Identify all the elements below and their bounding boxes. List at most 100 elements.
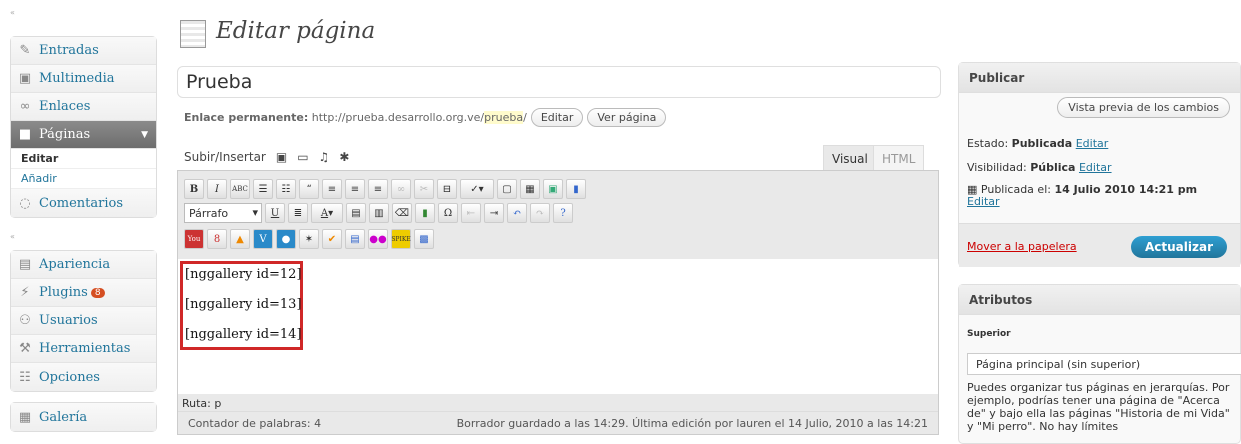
edit-status-link[interactable]: Editar xyxy=(1076,137,1109,150)
menu-group-plugins: ▦ Galería xyxy=(10,402,157,432)
editor-path: Ruta: p xyxy=(182,397,222,410)
add-audio-icon[interactable]: ♫ xyxy=(319,150,330,164)
align-right-icon[interactable]: ≡ xyxy=(368,179,388,199)
veoh-icon[interactable]: ✔ xyxy=(322,229,342,249)
paste-text-icon[interactable]: ▤ xyxy=(346,203,366,223)
vimeo-icon[interactable]: V xyxy=(253,229,273,249)
add-video-icon[interactable]: ▭ xyxy=(297,150,308,164)
tab-visual[interactable]: Visual xyxy=(823,145,877,171)
chart-icon[interactable]: ▮ xyxy=(566,179,586,199)
blockquote-icon[interactable]: “ xyxy=(299,179,319,199)
menu-item-paginas[interactable]: ■ Páginas ▼ xyxy=(11,121,156,149)
edit-visibility-link[interactable]: Editar xyxy=(1079,161,1112,174)
comments-icon: ◌ xyxy=(19,195,31,211)
menu-item-multimedia[interactable]: ▣ Multimedia xyxy=(11,65,156,93)
menu-item-usuarios[interactable]: ⚇ Usuarios xyxy=(11,307,156,335)
format-select[interactable]: Párrafo xyxy=(184,203,262,223)
menu-item-enlaces[interactable]: ∞ Enlaces xyxy=(11,93,156,121)
menu-item-herramientas[interactable]: ⚒ Herramientas xyxy=(11,335,156,363)
parent-label: Superior xyxy=(967,329,1011,339)
editor-content-area[interactable]: [nggallery id=12] [nggallery id=13] [ngg… xyxy=(178,259,938,394)
links-icon: ∞ xyxy=(19,99,31,114)
permalink-url: http://prueba.desarrollo.org.ve/ xyxy=(311,111,485,124)
paste-word-icon[interactable]: ▥ xyxy=(369,203,389,223)
preview-changes-button[interactable]: Vista previa de los cambios xyxy=(1057,97,1230,118)
nextgen-gallery-icon[interactable]: ▣ xyxy=(543,179,563,199)
update-button[interactable]: Actualizar xyxy=(1130,236,1227,258)
draft-status: Borrador guardado a las 14:29. Última ed… xyxy=(456,417,928,430)
submenu-anadir[interactable]: Añadir xyxy=(11,169,156,189)
tab-html[interactable]: HTML xyxy=(873,145,925,171)
permalink-label: Enlace permanente: xyxy=(184,111,309,124)
edit-date-link[interactable]: Editar xyxy=(959,195,1008,208)
text-color-icon[interactable]: A ▾ xyxy=(311,203,343,223)
pages-icon xyxy=(180,20,206,48)
plugins-icon: ⚡ xyxy=(20,285,30,300)
bullet-list-icon[interactable]: ☰ xyxy=(253,179,273,199)
revver-icon[interactable]: ● xyxy=(276,229,296,249)
menu-item-apariencia[interactable]: ▤ Apariencia xyxy=(11,251,156,279)
visibility-row: Visibilidad: Pública Editar xyxy=(967,161,1112,174)
edit-permalink-button[interactable]: Editar xyxy=(530,108,584,127)
submenu-editar[interactable]: Editar xyxy=(11,149,156,169)
admin-sidebar: « ✎ Entradas ▣ Multimedia ∞ Enlaces ■ Página… xyxy=(0,0,157,437)
content-line: [nggallery id=13] xyxy=(185,297,302,312)
redo-icon[interactable]: ↷ xyxy=(530,203,550,223)
collapse-arrow-icon[interactable]: ▼ xyxy=(141,130,148,140)
underline-icon[interactable]: U xyxy=(265,203,285,223)
unlink-icon[interactable]: ✂ xyxy=(414,179,434,199)
publish-box-title[interactable]: Publicar xyxy=(959,63,1240,93)
strikethrough-icon[interactable]: ABC xyxy=(230,179,250,199)
numbered-list-icon[interactable]: ☷ xyxy=(276,179,296,199)
menu-item-comentarios[interactable]: ◌ Comentarios xyxy=(11,189,156,217)
status-row: Estado: Publicada Editar xyxy=(967,137,1109,150)
menu-item-opciones[interactable]: ☷ Opciones xyxy=(11,363,156,391)
embed-media-icon[interactable]: ▮ xyxy=(415,203,435,223)
help-icon[interactable]: ? xyxy=(553,203,573,223)
permalink-slug[interactable]: prueba xyxy=(484,111,524,124)
special-char-icon[interactable]: Ω xyxy=(438,203,458,223)
outdent-icon[interactable]: ⇤ xyxy=(461,203,481,223)
view-page-button[interactable]: Ver página xyxy=(587,108,667,127)
justify-icon[interactable]: ≣ xyxy=(288,203,308,223)
permalink-bar: Enlace permanente: http://prueba.desarro… xyxy=(184,108,667,127)
menu-item-entradas[interactable]: ✎ Entradas xyxy=(11,37,156,65)
italic-icon[interactable]: I xyxy=(207,179,227,199)
spike-icon[interactable]: SPIKE xyxy=(391,229,411,249)
link-icon[interactable]: ∞ xyxy=(391,179,411,199)
move-to-trash-link[interactable]: Mover a la papelera xyxy=(967,240,1077,253)
indent-icon[interactable]: ⇥ xyxy=(484,203,504,223)
more-tag-icon[interactable]: ⊟ xyxy=(437,179,457,199)
users-icon: ⚇ xyxy=(19,313,31,328)
align-center-icon[interactable]: ≡ xyxy=(345,179,365,199)
fullscreen-icon[interactable]: ▢ xyxy=(497,179,517,199)
undo-icon[interactable]: ↶ xyxy=(507,203,527,223)
menu-group-content: ✎ Entradas ▣ Multimedia ∞ Enlaces ■ Páginas ▼… xyxy=(10,36,157,218)
word-count: Contador de palabras: 4 xyxy=(188,417,322,430)
menu-item-galeria[interactable]: ▦ Galería xyxy=(11,403,156,431)
menu-separator: « xyxy=(10,8,15,17)
google-video-icon[interactable]: 8 xyxy=(207,229,227,249)
flickr-icon[interactable]: ●● xyxy=(368,229,388,249)
menu-item-plugins[interactable]: ⚡ Plugins 8 xyxy=(11,279,156,307)
kitchen-sink-icon[interactable]: ▦ xyxy=(520,179,540,199)
bold-icon[interactable]: B xyxy=(184,179,204,199)
gallery-icon: ▦ xyxy=(18,409,32,425)
editor-status-bar: Contador de palabras: 4 Borrador guardad… xyxy=(178,411,938,435)
parent-page-select[interactable]: Página principal (sin superior) xyxy=(967,353,1241,375)
youtube-icon[interactable]: You xyxy=(184,229,204,249)
align-left-icon[interactable]: ≡ xyxy=(322,179,342,199)
spellcheck-icon[interactable]: ✓▾ xyxy=(460,179,494,199)
toolbar-row-1: B I ABC ☰ ☷ “ ≡ ≡ ≡ ∞ ✂ ⊟ ✓▾ ▢ ▦ ▣ ▮ xyxy=(184,179,586,199)
remove-format-icon[interactable]: ⌫ xyxy=(392,203,412,223)
dailymotion-icon[interactable]: ▲ xyxy=(230,229,250,249)
add-media-icon[interactable]: ✱ xyxy=(339,150,349,164)
appearance-icon: ▤ xyxy=(18,257,32,272)
metacafe-icon[interactable]: ▤ xyxy=(345,229,365,249)
myspace-icon[interactable]: ✶ xyxy=(299,229,319,249)
add-image-icon[interactable]: ▣ xyxy=(276,150,287,164)
page-title: Editar página xyxy=(216,18,376,44)
post-title-input[interactable]: Prueba xyxy=(177,66,941,98)
attributes-box-title[interactable]: Atributos xyxy=(959,285,1240,315)
ifilm-icon[interactable]: ▩ xyxy=(414,229,434,249)
